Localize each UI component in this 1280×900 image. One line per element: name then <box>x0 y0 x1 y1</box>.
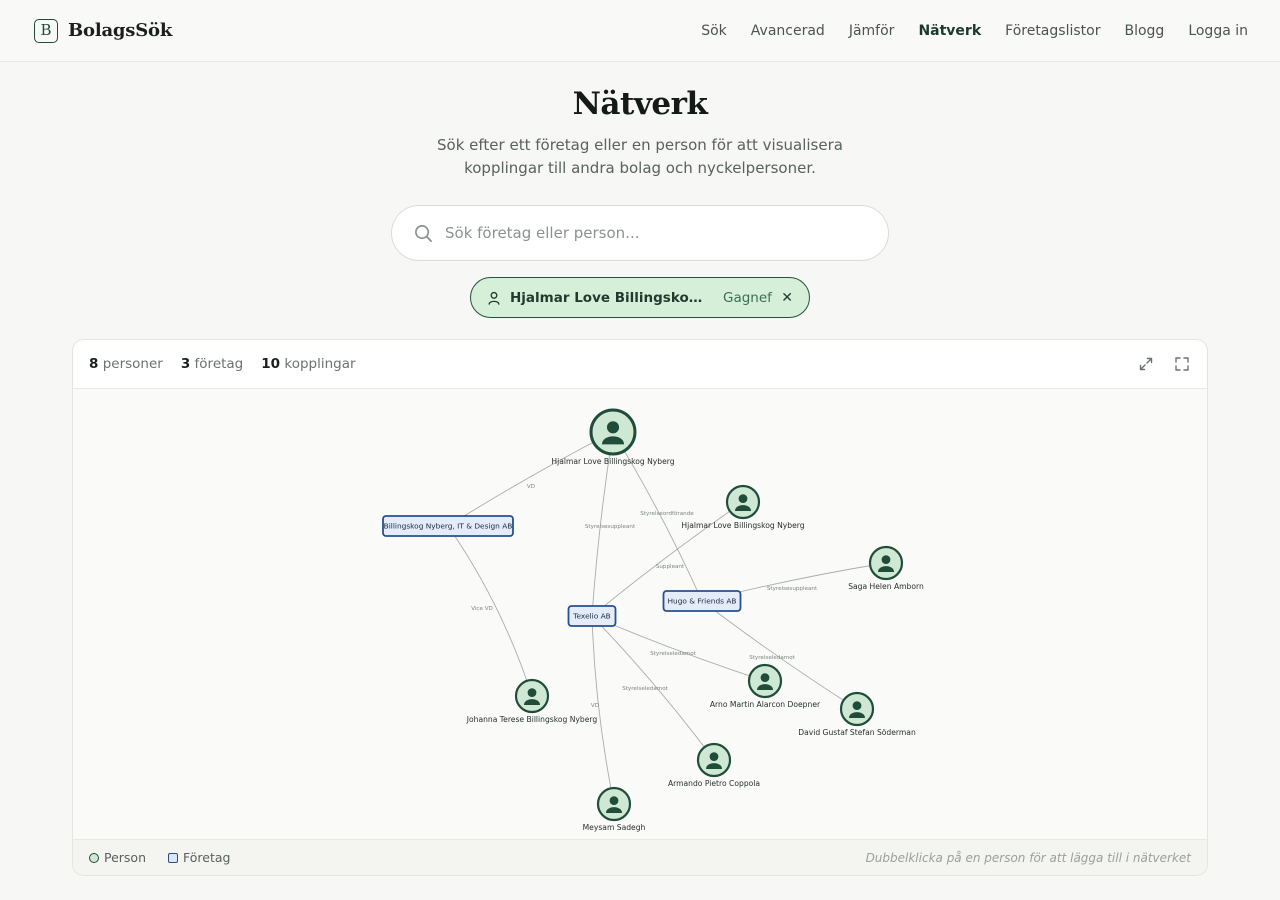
nav-item-jamfor[interactable]: Jämför <box>849 23 895 39</box>
stat-persons-count: 8 <box>89 356 99 372</box>
person-node-label: David Gustaf Stefan Söderman <box>798 728 916 737</box>
company-node[interactable]: Texelio AB <box>567 605 617 627</box>
fullscreen-icon[interactable] <box>1173 355 1191 373</box>
stat-links: 10 kopplingar <box>261 356 355 372</box>
nav-item-sok[interactable]: Sök <box>701 23 727 39</box>
hero: Nätverk Sök efter ett företag eller en p… <box>0 86 1280 318</box>
edge-label: Styrelseledamot <box>622 686 668 692</box>
person-icon <box>881 555 891 564</box>
nav-item-blogg[interactable]: Blogg <box>1124 23 1164 39</box>
search-box[interactable] <box>391 205 889 261</box>
chip-person-name: Hjalmar Love Billingskog Nyb... <box>510 289 710 306</box>
person-icon <box>488 291 500 305</box>
company-node[interactable]: Hugo & Friends AB <box>662 590 742 612</box>
company-node-label: Hugo & Friends AB <box>668 597 737 606</box>
stat-persons: 8 personer <box>89 356 163 372</box>
stat-companies-label: företag <box>194 356 244 372</box>
graph-legend-bar: Person Företag Dubbelklicka på en person… <box>73 839 1207 875</box>
expand-icon[interactable] <box>1137 355 1155 373</box>
person-legend-icon <box>89 852 99 863</box>
main-nav: Sök Avancerad Jämför Nätverk Företagslis… <box>701 23 1248 39</box>
company-node-label: Texelio AB <box>572 612 610 621</box>
person-icon <box>852 701 862 710</box>
search-input[interactable] <box>445 224 866 242</box>
person-node-label: Armando Pietro Coppola <box>668 779 760 788</box>
person-node-label: Hjalmar Love Billingskog Nyberg <box>551 457 674 466</box>
nav-item-logga-in[interactable]: Logga in <box>1188 23 1248 39</box>
person-node-label: Meysam Sadegh <box>583 823 646 832</box>
person-icon <box>760 673 770 682</box>
legend-person: Person <box>89 850 146 865</box>
person-node-label: Hjalmar Love Billingskog Nyberg <box>681 521 804 530</box>
edge-label: VD <box>527 484 535 490</box>
stat-persons-label: personer <box>102 356 163 372</box>
edge-label: VD <box>591 703 599 709</box>
graph-hint: Dubbelklicka på en person för att lägga … <box>865 850 1191 865</box>
edge-label: Styrelseledamot <box>650 651 696 657</box>
person-node[interactable]: Saga Helen Amborn <box>848 545 924 591</box>
stat-companies-count: 3 <box>180 356 191 372</box>
network-edge <box>591 615 615 805</box>
primary-person-node[interactable]: Hjalmar Love Billingskog Nyberg <box>551 408 675 466</box>
company-node-label: Billingskog Nyberg, IT & Design AB <box>384 522 513 531</box>
stat-links-count: 10 <box>261 356 281 372</box>
person-icon <box>738 494 748 503</box>
legend-company-label: Företag <box>183 850 231 865</box>
edge-label: Styrelseordförande <box>640 511 694 517</box>
nav-item-avancerad[interactable]: Avancerad <box>751 23 825 39</box>
page-title: Nätverk <box>572 86 708 122</box>
stat-links-label: kopplingar <box>284 356 356 372</box>
company-legend-icon <box>168 852 179 863</box>
close-icon[interactable]: ✕ <box>781 290 793 306</box>
search-icon <box>415 224 432 242</box>
network-panel: 8 personer 3 företag 10 kopplingar VD Sty… <box>72 339 1208 876</box>
edge-label: Styrelsesuppleant <box>585 524 636 530</box>
person-node[interactable]: Meysam Sadegh <box>583 786 646 832</box>
brand-name: BolagsSök <box>68 20 173 41</box>
person-node-label: Arno Martin Alarcon Doepner <box>710 700 821 709</box>
person-node-label: Johanna Terese Billingskog Nyberg <box>466 715 598 724</box>
top-navigation-bar: B BolagsSök Sök Avancerad Jämför Nätverk… <box>0 0 1280 62</box>
person-node[interactable]: Hjalmar Love Billingskog Nyberg <box>681 484 805 530</box>
chip-location: Gagnef <box>723 289 772 306</box>
person-node[interactable]: Arno Martin Alarcon Doepner <box>710 663 821 709</box>
nav-item-foretagslistor[interactable]: Företagslistor <box>1005 23 1100 39</box>
graph-toolbar <box>1137 355 1191 373</box>
nav-item-natverk[interactable]: Nätverk <box>918 23 981 39</box>
legend-person-label: Person <box>104 850 147 865</box>
brand-logo-icon: B <box>34 18 58 43</box>
edge-label: Styrelsesuppleant <box>767 586 818 592</box>
stat-companies: 3 företag <box>181 356 243 372</box>
brand[interactable]: B BolagsSök <box>34 18 173 43</box>
company-node[interactable]: Billingskog Nyberg, IT & Design AB <box>382 515 514 537</box>
person-node-label: Saga Helen Amborn <box>848 582 924 591</box>
person-icon <box>609 796 619 805</box>
person-icon <box>606 421 620 434</box>
network-stats-bar: 8 personer 3 företag 10 kopplingar <box>73 340 1207 389</box>
selected-entity-chip[interactable]: Hjalmar Love Billingskog Nyb... Gagnef ✕ <box>470 277 810 318</box>
edge-label: Vice VD <box>471 606 493 612</box>
network-edge <box>591 615 766 682</box>
person-node[interactable]: Armando Pietro Coppola <box>668 742 760 788</box>
edge-label: Styrelseledamot <box>749 655 795 661</box>
page-subtitle: Sök efter ett företag eller en person fö… <box>437 136 843 177</box>
person-node[interactable]: Johanna Terese Billingskog Nyberg <box>466 678 598 724</box>
legend-company: Företag <box>168 850 230 865</box>
network-graph[interactable]: VD Styrelsesuppleant Styrelseordförande Sup… <box>73 389 1208 840</box>
person-icon <box>527 688 537 697</box>
edge-label: Suppleant <box>656 564 685 570</box>
network-edge <box>447 431 614 527</box>
person-icon <box>709 752 719 761</box>
